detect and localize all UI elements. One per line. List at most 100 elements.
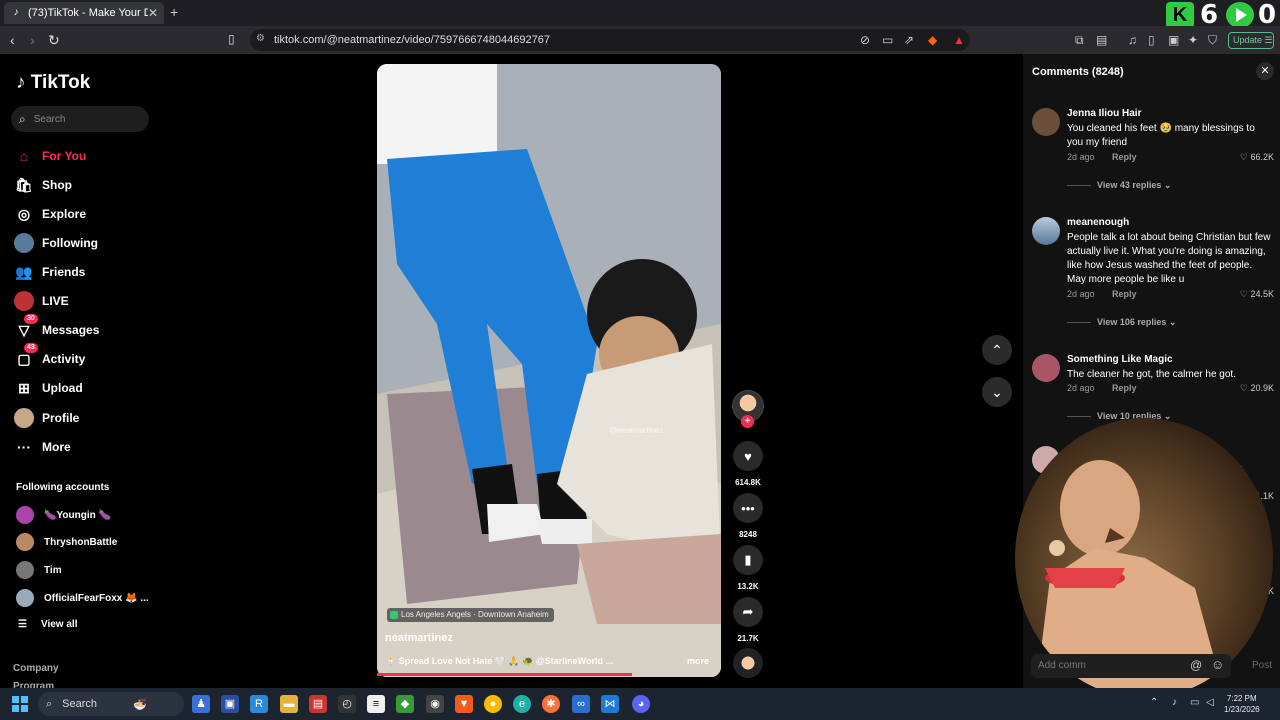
bookmark-icon[interactable]: ▯ [228, 32, 235, 46]
discord-icon[interactable]: ◕ [632, 695, 650, 713]
taskbar-search[interactable]: ⌕ Search 🍜 [38, 692, 184, 716]
chrome-icon[interactable]: ● [484, 695, 502, 713]
next-video-button[interactable]: ⌄ [982, 377, 1012, 407]
back-icon[interactable]: ‹ [10, 32, 15, 48]
leo-ai-icon[interactable]: ✦ [1188, 33, 1198, 47]
obs-icon[interactable]: ◉ [426, 695, 444, 713]
forward-icon[interactable]: › [30, 32, 35, 48]
reply-button[interactable]: Reply [1112, 383, 1137, 393]
sidebar-icon[interactable]: ▯ [1148, 33, 1155, 47]
save-action[interactable]: ▮ 13.2K [732, 545, 764, 591]
share-action[interactable]: ➦ 21.7K [732, 597, 764, 643]
nav-profile[interactable]: Profile [14, 406, 79, 430]
wallet-icon[interactable]: ▣ [1168, 33, 1179, 47]
vpn-icon[interactable]: ⛉ [1208, 33, 1217, 48]
nav-more[interactable]: ··· More [14, 435, 71, 459]
video-author[interactable]: neatmartinez [385, 632, 453, 644]
search-input[interactable]: ⌕ Search [11, 106, 149, 132]
reload-icon[interactable]: ↻ [48, 32, 60, 49]
nav-following[interactable]: Following [14, 231, 98, 255]
app-icon[interactable]: ▤ [309, 695, 327, 713]
edge-icon[interactable]: e [513, 695, 531, 713]
previous-video-button[interactable]: ⌃ [982, 335, 1012, 365]
file-explorer-icon[interactable]: ▬ [280, 695, 298, 713]
footer-program-link[interactable]: Program [13, 681, 54, 688]
site-info-icon[interactable]: ⚙ [256, 33, 265, 44]
tiktok-logo[interactable]: ♪ TikTok [16, 72, 90, 94]
brave-shield-icon[interactable]: ◆ [928, 33, 937, 47]
microphone-icon[interactable]: ♪ [1172, 697, 1177, 708]
following-account[interactable]: Tim [16, 560, 62, 580]
share-arrow-icon[interactable]: ➦ [733, 597, 763, 627]
caption-more-link[interactable]: more [687, 656, 709, 666]
vscode-icon[interactable]: ⋈ [601, 695, 619, 713]
brave-rewards-icon[interactable]: ▲ [953, 33, 965, 47]
view-all-link[interactable]: ☰ View all [18, 619, 77, 630]
following-account[interactable]: 🍆Youngin 🍆 [16, 505, 111, 525]
comment-author[interactable]: Jenna Iliou Hair [1067, 108, 1141, 119]
app-icon[interactable]: ♟ [192, 695, 210, 713]
share-icon[interactable]: ⇗ [904, 33, 914, 47]
video-player[interactable]: @neatmartinez [377, 64, 721, 677]
emoji-icon[interactable]: ☺ [1211, 657, 1224, 672]
app-icon[interactable]: ▣ [221, 695, 239, 713]
firefox-icon[interactable]: ✱ [542, 695, 560, 713]
like-action[interactable]: ♥ 614.8K [732, 441, 764, 487]
location-tag[interactable]: Los Angeles Angels · Downtown Anaheim [387, 608, 554, 622]
comment-likes[interactable]: ♡ 20.9K [1240, 383, 1274, 394]
music-disc-icon[interactable] [733, 648, 763, 678]
windows-start-icon[interactable] [12, 696, 28, 712]
close-comments-button[interactable]: ✕ [1256, 62, 1274, 80]
comment-likes[interactable]: ♡ 66.2K [1240, 152, 1274, 163]
avatar[interactable] [1032, 354, 1060, 382]
app-icon[interactable]: ◆ [396, 695, 414, 713]
update-button[interactable]: Update ☰ [1228, 32, 1274, 49]
view-replies-button[interactable]: View 106 replies ⌄ [1067, 317, 1176, 328]
mention-icon[interactable]: @ [1190, 658, 1202, 672]
app-icon[interactable]: ≡ [367, 695, 385, 713]
heart-icon[interactable]: ♥ [733, 441, 763, 471]
nav-for-you[interactable]: ⌂ For You [14, 144, 86, 168]
following-account[interactable]: ThryshonBattle [16, 532, 117, 552]
activity-badge: 43 [24, 343, 38, 353]
comment-author[interactable]: meanenough [1067, 217, 1129, 228]
comment-icon[interactable]: ••• [733, 493, 763, 523]
music-icon[interactable]: ♫ [1128, 33, 1137, 47]
nav-shop[interactable]: 🛍 Shop [14, 173, 72, 197]
nav-friends[interactable]: 👥 Friends [14, 260, 85, 284]
nav-messages[interactable]: ▽ 30 Messages [14, 314, 99, 342]
nav-live[interactable]: LIVE [14, 289, 69, 313]
app-icon[interactable]: ∞ [572, 695, 590, 713]
taskbar-clock[interactable]: 7:22 PM 1/23/2026 [1224, 693, 1260, 715]
tab-close-icon[interactable]: ✕ [148, 6, 158, 20]
view-replies-button[interactable]: View 43 replies ⌄ [1067, 180, 1171, 191]
video-progress-bar[interactable] [377, 673, 632, 676]
nav-upload[interactable]: ⊞ Upload [14, 376, 83, 400]
reply-button[interactable]: Reply [1112, 152, 1137, 162]
screen-icon[interactable]: ▭ [882, 33, 893, 47]
post-comment-button[interactable]: Post [1252, 660, 1272, 671]
footer-company-link[interactable]: Company [13, 663, 59, 674]
volume-icon[interactable]: ◁ [1206, 697, 1214, 708]
reply-button[interactable]: Reply [1112, 289, 1137, 299]
nav-explore[interactable]: ◎ Explore [14, 202, 86, 226]
following-account[interactable]: OfficialFearFoxx 🦊 ... [16, 588, 149, 608]
comment-author[interactable]: Something Like Magic [1067, 354, 1173, 365]
comment-action[interactable]: ••• 8248 [732, 493, 764, 539]
new-tab-button[interactable]: + [170, 4, 178, 20]
tray-overflow-icon[interactable]: ⌃ [1150, 697, 1158, 708]
network-icon[interactable]: ▭ [1190, 697, 1199, 708]
avatar[interactable] [1032, 108, 1060, 136]
bookmark-icon[interactable]: ▮ [733, 545, 763, 575]
follow-plus-icon[interactable]: + [741, 415, 754, 428]
app-icon[interactable]: ◴ [338, 695, 356, 713]
reader-icon[interactable]: ▤ [1096, 33, 1107, 47]
no-script-icon[interactable]: ⊘ [860, 33, 870, 47]
browser-tab[interactable]: ♪ (73)TikTok - Make Your Day ✕ [4, 2, 164, 24]
app-icon[interactable]: R [250, 695, 268, 713]
comment-likes[interactable]: ♡ 24.5K [1240, 289, 1274, 300]
extensions-icon[interactable]: ⧉ [1075, 33, 1084, 48]
nav-activity[interactable]: ▢ 43 Activity [14, 343, 85, 371]
brave-icon[interactable]: ▼ [455, 695, 473, 713]
avatar[interactable] [1032, 217, 1060, 245]
